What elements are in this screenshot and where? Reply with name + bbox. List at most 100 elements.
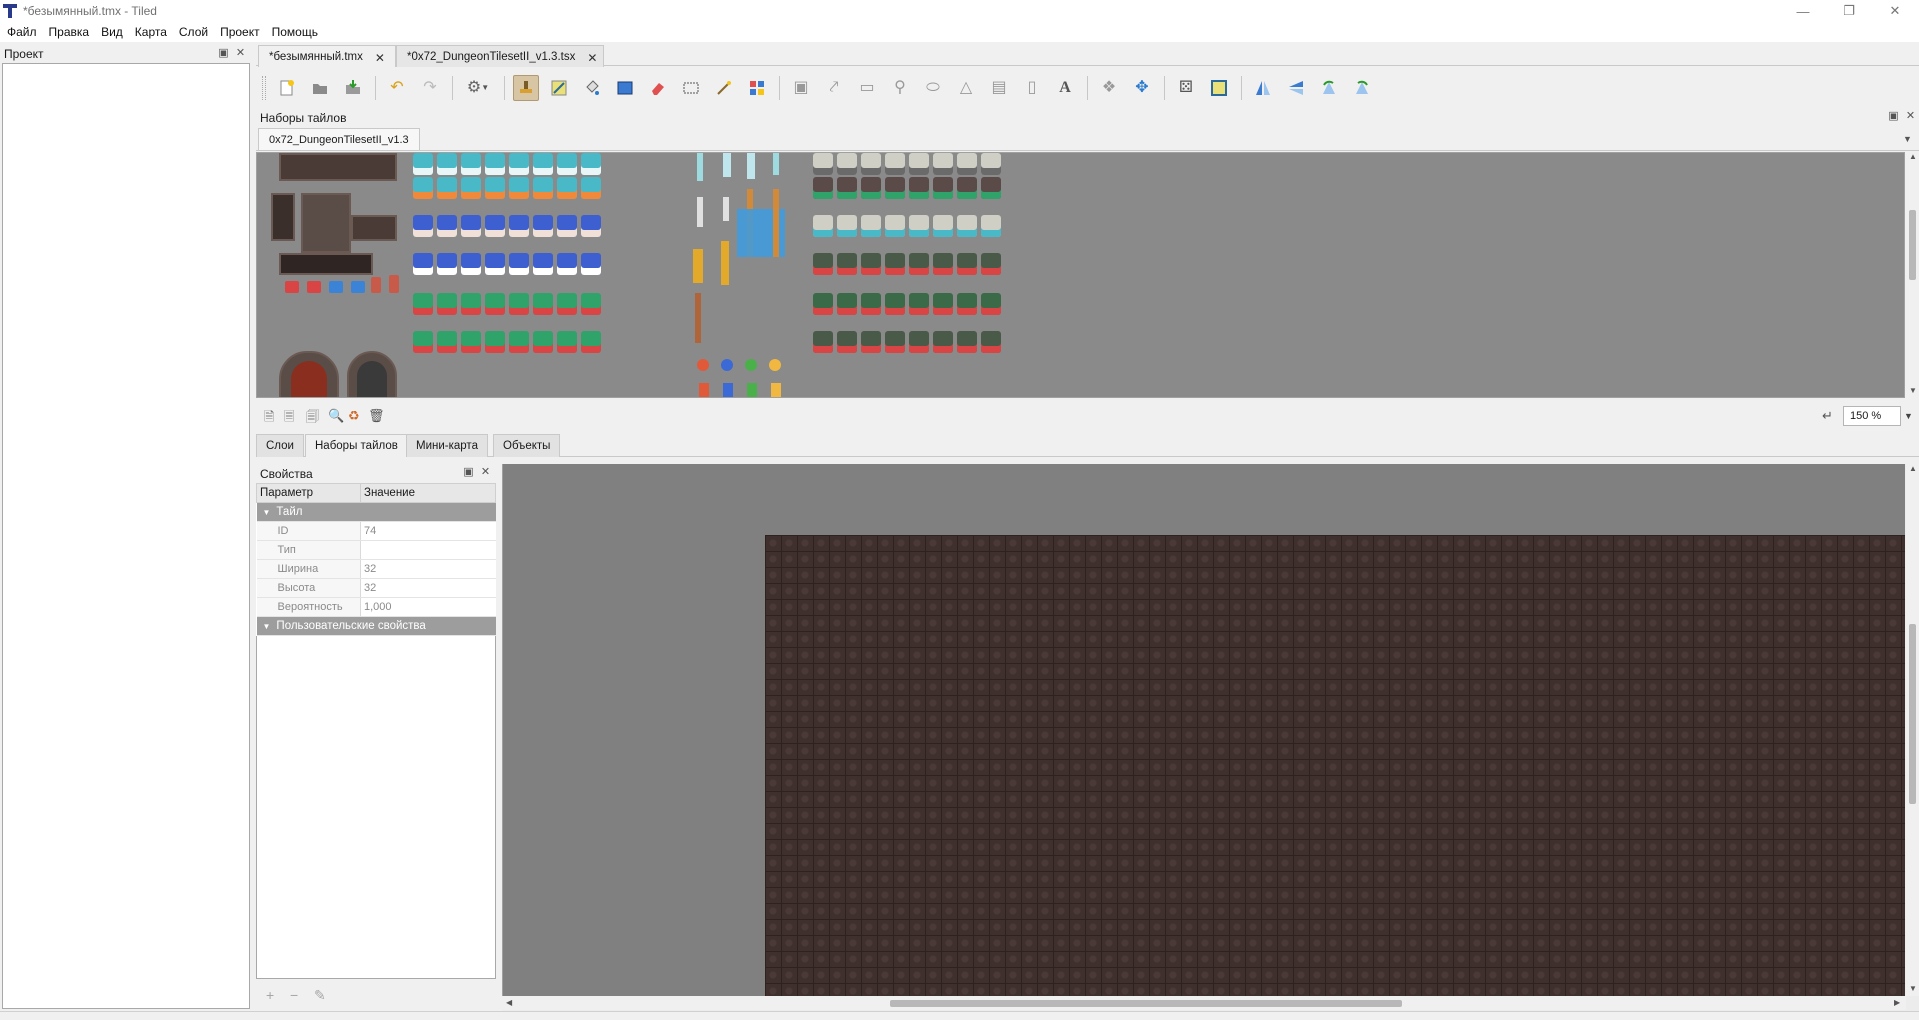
tileset-tile[interactable] [909,253,929,275]
tileset-tile[interactable] [533,177,553,199]
property-value[interactable]: 32 [360,578,496,598]
property-value[interactable]: 74 [360,521,496,541]
random-mode-icon[interactable]: ⚄ [1173,75,1199,101]
bucket-fill-icon[interactable] [579,75,605,101]
tileset-tile[interactable] [509,253,529,275]
tab-layers[interactable]: Слои [256,434,304,457]
tileset-tile[interactable] [461,331,481,353]
flip-vertical-icon[interactable] [1283,75,1309,101]
tileset-tile[interactable] [437,153,457,175]
tileset-tile[interactable] [837,331,857,353]
tileset-tile[interactable] [413,331,433,353]
insert-text-icon[interactable]: A [1052,75,1078,101]
commands-icon[interactable]: ⚙ ▼ [461,75,495,101]
select-objects-icon[interactable]: ▣ [788,75,814,101]
tileset-tile[interactable] [581,253,601,275]
insert-point-icon[interactable]: ⚲ [887,75,913,101]
property-group-custom[interactable]: ▼ Пользовательские свойства [256,616,496,636]
tileset-tile[interactable] [861,253,881,275]
tileset-tile[interactable] [837,153,857,175]
close-panel-icon[interactable]: ✕ [1905,111,1916,122]
tileset-tile[interactable] [437,253,457,275]
tileset-tile[interactable] [837,253,857,275]
float-panel-icon[interactable]: ▣ [463,467,474,478]
tileset-tile[interactable] [957,215,977,237]
tileset-tile[interactable] [981,293,1001,315]
scrollbar-thumb[interactable] [1909,210,1916,280]
stamp-brush-icon[interactable] [513,75,539,101]
rotate-right-icon[interactable] [1349,75,1375,101]
tileset-tile[interactable] [533,293,553,315]
tileset-tile[interactable] [437,331,457,353]
tileset-tile[interactable] [557,253,577,275]
insert-tile-icon[interactable]: ▤ [986,75,1012,101]
tileset-tile[interactable] [485,293,505,315]
tileset-tile[interactable] [461,253,481,275]
tileset-tabs-menu-icon[interactable]: ▼ [1903,134,1912,144]
tileset-tile[interactable] [461,153,481,175]
undo-icon[interactable]: ↶ [384,75,410,101]
collapse-arrow-icon[interactable]: ▼ [263,622,271,631]
zoom-combobox[interactable]: 150 % [1843,406,1901,426]
property-row[interactable]: Вероятность 1,000 [256,597,496,617]
wrap-tiles-icon[interactable]: ↵ [1822,408,1838,424]
tileset-tile[interactable] [837,215,857,237]
toolbar-grip[interactable] [262,76,266,100]
add-property-icon[interactable]: + [266,987,274,1003]
tileset-tile[interactable] [813,331,833,353]
tileset-tile[interactable] [933,331,953,353]
scrollbar-thumb[interactable] [890,1000,1402,1007]
tileset-tile[interactable] [981,215,1001,237]
tileset-tile[interactable] [533,153,553,175]
tileset-tile[interactable] [909,153,929,175]
menu-view[interactable]: Вид [101,22,129,42]
new-tileset-icon[interactable]: 🗎 [264,408,280,424]
insert-ellipse-icon[interactable]: ⬭ [920,75,946,101]
tileset-tile[interactable] [557,215,577,237]
menu-help[interactable]: Помощь [272,22,324,42]
property-row[interactable]: Тип [256,540,496,560]
flip-horizontal-icon[interactable] [1250,75,1276,101]
close-tab-icon[interactable]: ✕ [375,51,385,67]
tileset-tile[interactable] [461,293,481,315]
menu-file[interactable]: Файл [7,22,43,42]
column-header-value[interactable]: Значение [360,483,496,503]
open-file-icon[interactable] [307,75,333,101]
tileset-tile[interactable] [485,331,505,353]
menu-map[interactable]: Карта [135,22,173,42]
close-tab-icon[interactable]: ✕ [587,51,597,67]
float-panel-icon[interactable]: ▣ [1888,111,1899,122]
property-row[interactable]: Высота 32 [256,578,496,598]
tileset-tile[interactable] [861,177,881,199]
tileset-tile[interactable] [933,293,953,315]
collapse-arrow-icon[interactable]: ▼ [263,508,271,517]
tileset-tile[interactable] [557,177,577,199]
tileset-tile[interactable] [885,153,905,175]
property-row[interactable]: ID 74 [256,521,496,541]
tileset-tile[interactable] [885,253,905,275]
map-canvas[interactable] [502,464,1905,996]
tab-tileset-file[interactable]: *0x72_DungeonTilesetII_v1.3.tsx ✕ [396,45,604,67]
tileset-tile[interactable] [813,177,833,199]
insert-polygon-icon[interactable]: △ [953,75,979,101]
column-header-param[interactable]: Параметр [256,483,361,503]
property-value[interactable]: 32 [360,559,496,579]
rectangle-select-icon[interactable] [678,75,704,101]
tileset-tile[interactable] [461,215,481,237]
tileset-tile[interactable] [861,293,881,315]
new-file-icon[interactable] [274,75,300,101]
tileset-tile[interactable] [861,153,881,175]
tileset-tile[interactable] [581,177,601,199]
tileset-tab[interactable]: 0x72_DungeonTilesetII_v1.3 [258,128,420,150]
magic-wand-icon[interactable] [711,75,737,101]
tileset-tile[interactable] [813,153,833,175]
tab-minimap[interactable]: Мини-карта [406,434,488,457]
select-same-tile-icon[interactable] [744,75,770,101]
tileset-tile[interactable] [957,153,977,175]
tileset-tile[interactable] [981,253,1001,275]
dynamic-wrapping-icon[interactable]: ♻ [348,408,364,424]
tileset-tile[interactable] [957,177,977,199]
tileset-tile[interactable] [933,177,953,199]
property-value[interactable]: 1,000 [360,597,496,617]
tileset-tile[interactable] [509,215,529,237]
